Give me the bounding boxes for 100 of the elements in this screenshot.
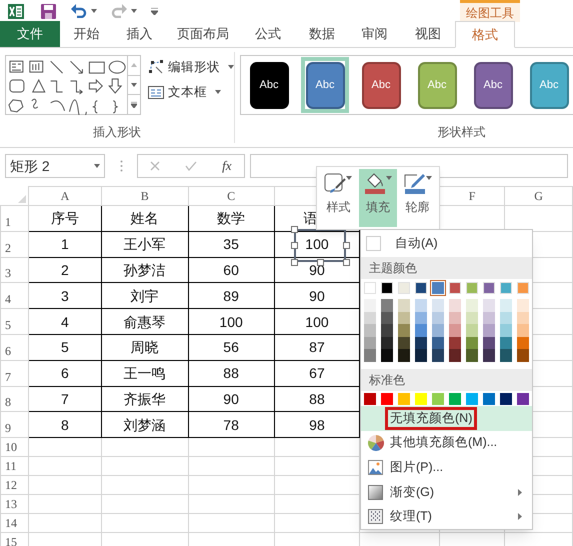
color-swatch[interactable] (398, 324, 410, 337)
row-header[interactable]: 8 (0, 386, 28, 412)
menu-item[interactable]: 纹理(T) (361, 504, 532, 529)
resize-handle[interactable] (317, 259, 324, 266)
color-swatch[interactable] (364, 349, 376, 362)
ribbon-tab[interactable]: 视图 (401, 21, 455, 47)
automatic-color-item[interactable]: 自动(A) (361, 230, 532, 257)
row-header[interactable]: 5 (0, 308, 28, 334)
color-swatch[interactable] (483, 299, 495, 312)
color-swatch[interactable] (449, 349, 461, 362)
color-swatch[interactable] (432, 299, 444, 312)
color-swatch[interactable] (466, 336, 478, 350)
color-swatch[interactable] (398, 312, 410, 324)
color-swatch[interactable] (432, 336, 444, 350)
color-swatch[interactable] (364, 324, 376, 337)
color-swatch[interactable] (432, 324, 444, 337)
row-header[interactable]: 13 (0, 494, 28, 514)
column-header[interactable]: B (101, 186, 188, 206)
row-header[interactable]: 15 (0, 532, 28, 546)
ribbon-tab[interactable]: 页面布局 (166, 21, 240, 47)
color-swatch[interactable] (398, 299, 410, 312)
color-swatch[interactable] (466, 349, 478, 362)
caret-icon[interactable] (91, 9, 97, 13)
row-header[interactable]: 3 (0, 257, 28, 283)
color-swatch[interactable] (415, 349, 427, 362)
color-swatch[interactable] (500, 349, 512, 362)
color-swatch[interactable] (449, 299, 461, 312)
toolbar-button[interactable]: 填充 (358, 169, 398, 227)
color-swatch[interactable] (415, 324, 427, 337)
resize-handle[interactable] (291, 242, 298, 249)
color-swatch[interactable] (483, 392, 495, 405)
row-header[interactable]: 7 (0, 360, 28, 386)
color-swatch[interactable] (483, 312, 495, 324)
color-swatch[interactable] (500, 324, 512, 337)
name-box[interactable]: 矩形 2 (5, 154, 105, 178)
column-header[interactable]: G (504, 186, 572, 206)
ribbon-tab[interactable]: 开始 (60, 21, 113, 47)
color-swatch[interactable] (500, 392, 512, 405)
color-swatch[interactable] (381, 392, 393, 405)
row-header[interactable]: 1 (0, 206, 28, 232)
ribbon-tab[interactable]: 格式 (455, 21, 515, 48)
row-header[interactable]: 9 (0, 412, 28, 438)
resize-handle[interactable] (291, 226, 298, 233)
color-swatch[interactable] (381, 324, 393, 337)
color-swatch[interactable] (449, 324, 461, 337)
color-swatch[interactable] (517, 392, 529, 405)
row-header[interactable]: 4 (0, 282, 28, 309)
resize-handle[interactable] (291, 259, 298, 266)
ribbon-tab[interactable]: 公式 (240, 21, 296, 47)
color-swatch[interactable] (517, 312, 529, 324)
color-swatch[interactable] (398, 392, 410, 405)
style-preset[interactable]: Abc (301, 57, 349, 113)
color-swatch[interactable] (500, 336, 512, 350)
color-swatch[interactable] (432, 349, 444, 362)
color-swatch[interactable] (449, 312, 461, 324)
color-swatch[interactable] (449, 392, 461, 405)
color-swatch[interactable] (517, 349, 529, 362)
color-swatch[interactable] (415, 312, 427, 324)
color-swatch[interactable] (500, 312, 512, 324)
color-swatch[interactable] (364, 392, 376, 405)
color-swatch[interactable] (517, 282, 529, 294)
color-swatch[interactable] (517, 324, 529, 337)
menu-item[interactable]: 渐变(G) (361, 480, 532, 504)
color-swatch[interactable] (381, 349, 393, 362)
color-swatch[interactable] (483, 336, 495, 350)
color-swatch[interactable] (415, 282, 427, 294)
enter-icon[interactable] (185, 161, 198, 171)
save-icon[interactable] (41, 4, 56, 18)
color-swatch[interactable] (517, 299, 529, 312)
resize-handle[interactable] (343, 242, 350, 249)
menu-item[interactable]: 其他填充颜色(M)... (361, 430, 532, 456)
edit-shape-button[interactable]: 编辑形状 (148, 57, 234, 77)
color-swatch[interactable] (398, 336, 410, 350)
color-swatch[interactable] (466, 312, 478, 324)
text-box-button[interactable]: 文本框 (148, 82, 234, 102)
color-swatch[interactable] (432, 312, 444, 324)
ribbon-tab[interactable]: 数据 (296, 21, 348, 47)
color-swatch[interactable] (483, 349, 495, 362)
color-swatch[interactable] (415, 299, 427, 312)
cancel-icon[interactable] (150, 161, 160, 171)
color-swatch[interactable] (415, 392, 427, 405)
color-swatch[interactable] (449, 336, 461, 350)
color-swatch[interactable] (466, 299, 478, 312)
column-header[interactable]: A (28, 186, 102, 206)
color-swatch[interactable] (500, 299, 512, 312)
undo-icon[interactable] (71, 4, 87, 18)
color-swatch[interactable] (364, 336, 376, 350)
row-header[interactable]: 10 (0, 438, 28, 457)
color-swatch[interactable] (483, 282, 495, 294)
row-header[interactable]: 12 (0, 476, 28, 495)
color-swatch[interactable] (466, 324, 478, 337)
color-swatch[interactable] (466, 282, 478, 294)
color-swatch[interactable] (517, 336, 529, 350)
ribbon-tab[interactable]: 插入 (113, 21, 166, 47)
color-swatch[interactable] (415, 336, 427, 350)
color-swatch[interactable] (432, 282, 444, 294)
resize-handle[interactable] (343, 259, 350, 266)
color-swatch[interactable] (432, 392, 444, 405)
file-tab[interactable]: 文件 (0, 21, 60, 47)
row-header[interactable]: 6 (0, 334, 28, 360)
